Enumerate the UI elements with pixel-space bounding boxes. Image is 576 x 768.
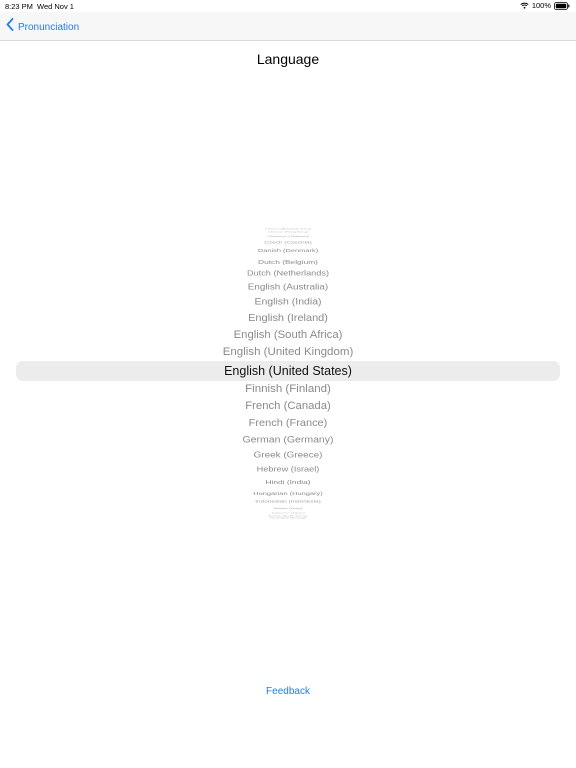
picker-option[interactable]: Greek (Greece) [16, 451, 560, 459]
battery-percent: 100% [531, 1, 551, 10]
status-time: 8:23 PM [5, 2, 33, 11]
status-bar: 8:23 PM Wed Nov 1 100% [0, 0, 576, 12]
feedback-link[interactable]: Feedback [0, 686, 576, 697]
picker-option[interactable]: French (France) [16, 418, 560, 429]
picker-option[interactable]: Czech (Czechia) [16, 241, 560, 244]
chevron-left-icon [6, 18, 14, 36]
picker-option[interactable]: Japanese (Japan) [16, 512, 560, 514]
status-right: 100% [520, 1, 570, 10]
language-picker[interactable]: Chinese (Mainland China) Chinese (Hong Ko… [16, 210, 560, 530]
picker-option[interactable]: English (United Kingdom) [16, 347, 560, 358]
status-date: Wed Nov 1 [37, 2, 74, 11]
navigation-bar: Pronunciation [0, 12, 576, 41]
picker-option[interactable]: Chinese (Taiwan) [16, 235, 560, 237]
page-title: Language [256, 51, 320, 67]
picker-option[interactable]: Hebrew (Israel) [16, 465, 560, 473]
picker-option[interactable]: Dutch (Belgium) [16, 259, 560, 265]
wifi-icon [520, 2, 529, 9]
picker-option[interactable]: English (India) [16, 298, 560, 307]
back-button-label: Pronunciation [18, 21, 80, 33]
back-button[interactable]: Pronunciation [6, 18, 79, 36]
picker-option[interactable]: English (United States) [16, 365, 560, 378]
picker-option[interactable]: English (Ireland) [16, 313, 560, 323]
picker-option[interactable]: Dutch (Netherlands) [16, 270, 560, 277]
picker-option[interactable]: Finnish (Finland) [16, 383, 560, 395]
battery-icon [554, 1, 570, 10]
picker-option[interactable]: Hungarian (Hungary) [16, 491, 560, 496]
picker-option[interactable]: Indonesian (Indonesia) [16, 500, 560, 503]
picker-option[interactable]: Chinese (Hong Kong) [16, 231, 560, 233]
picker-option[interactable]: Italian (Italy) [16, 507, 560, 509]
picker-option[interactable]: Chinese (Mainland China) [16, 228, 560, 229]
picker-option[interactable]: English (South Africa) [16, 329, 560, 341]
picker-option[interactable]: French (Canada) [16, 401, 560, 412]
picker-option[interactable]: Norwegian (Norway) [16, 517, 560, 518]
picker-option[interactable]: German (Germany) [16, 435, 560, 444]
picker-option[interactable]: Hindi (India) [16, 479, 560, 485]
picker-option[interactable]: English (Australia) [16, 283, 560, 291]
picker-option[interactable]: Danish (Denmark) [16, 248, 560, 253]
